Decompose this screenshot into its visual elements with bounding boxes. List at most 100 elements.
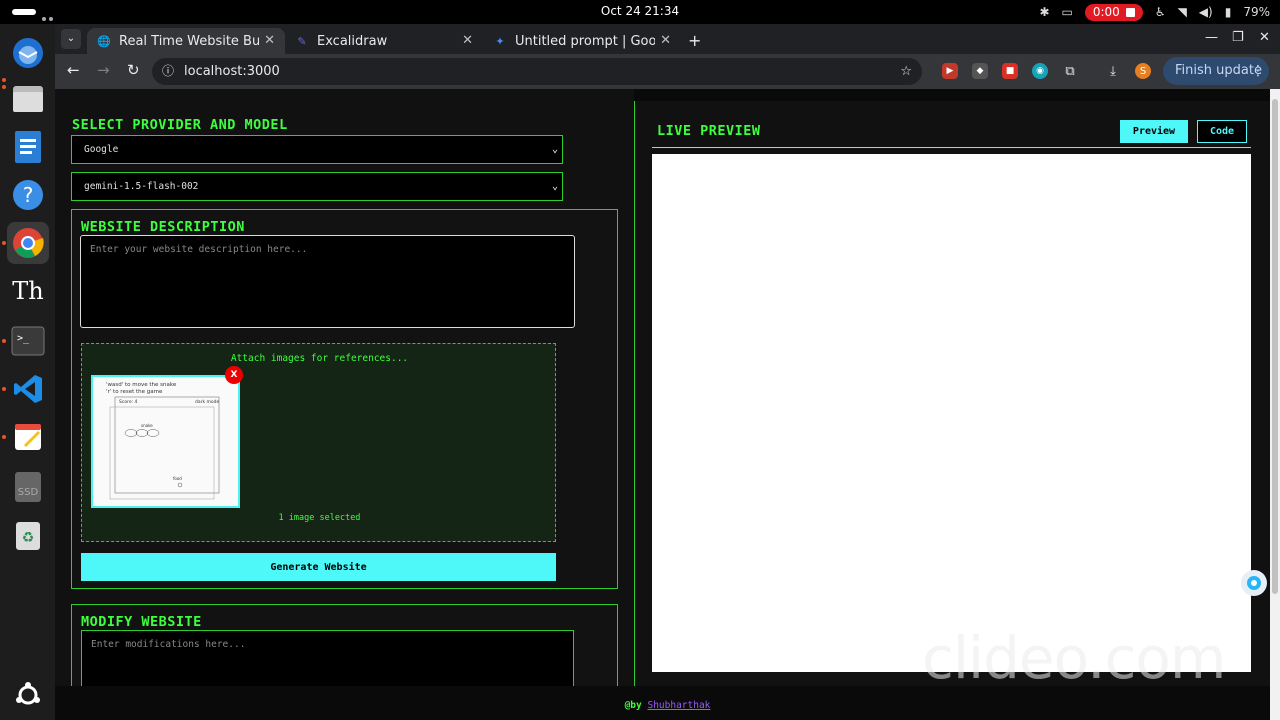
extension-ai-icon[interactable]: ◉ — [1032, 63, 1048, 79]
stop-recording-icon — [1125, 7, 1135, 17]
volume-icon[interactable]: ◀) — [1199, 5, 1213, 19]
system-tray: ✱ ▭ 0:00 ♿ ◥ ◀) ▮ 79% — [1039, 3, 1270, 21]
close-tab-icon[interactable]: ✕ — [264, 33, 275, 48]
preview-tab-button[interactable]: Preview — [1120, 120, 1188, 143]
close-window-icon[interactable]: ✕ — [1259, 30, 1270, 45]
ubuntu-dock: ? Th >_ SSD ♻ — [0, 24, 55, 720]
trash-icon[interactable]: ♻ — [7, 514, 49, 556]
author-link[interactable]: Shubharthak — [647, 700, 710, 711]
page-scrollbar[interactable] — [1270, 89, 1280, 720]
ubuntu-icon[interactable] — [7, 674, 49, 716]
writer-icon[interactable] — [7, 126, 49, 168]
tab-real-time-website[interactable]: 🌐 Real Time Website Build ✕ — [87, 28, 285, 54]
website-description-card: WEBSITE DESCRIPTION Attach images for re… — [71, 209, 618, 589]
extension-record-icon[interactable]: ▶ — [942, 63, 958, 79]
chrome-window: ⌄ 🌐 Real Time Website Build ✕ ✎ Excalidr… — [55, 24, 1280, 720]
tab-search-button[interactable]: ⌄ — [61, 29, 81, 49]
battery-percent: 79% — [1243, 5, 1270, 19]
site-info-icon[interactable]: ⓘ — [162, 58, 174, 85]
ssd-icon[interactable]: SSD — [7, 466, 49, 508]
sketch-food-label: food — [173, 476, 182, 481]
extension-stop-icon[interactable]: ■ — [1002, 63, 1018, 79]
description-textarea[interactable] — [80, 235, 575, 328]
modify-title: MODIFY WEBSITE — [81, 614, 202, 630]
profile-avatar[interactable]: S — [1135, 63, 1151, 79]
svg-text:?: ? — [23, 183, 34, 207]
live-preview-title: LIVE PREVIEW — [657, 123, 761, 139]
back-icon[interactable]: ← — [67, 61, 80, 79]
forward-icon[interactable]: → — [97, 61, 110, 79]
tab-title: Real Time Website Build — [119, 33, 259, 49]
description-title: WEBSITE DESCRIPTION — [81, 219, 245, 235]
provider-section-title: SELECT PROVIDER AND MODEL — [72, 117, 288, 133]
floating-assistant-button[interactable] — [1241, 570, 1267, 596]
tab-title: Untitled prompt | Googl — [515, 33, 655, 49]
sketch-line1: 'wasd' to move the snake — [106, 382, 177, 388]
address-bar[interactable]: ⓘ localhost:3000 ☆ — [152, 58, 922, 85]
tab-strip: ⌄ 🌐 Real Time Website Build ✕ ✎ Excalidr… — [55, 24, 1280, 54]
typora-icon[interactable]: Th — [7, 270, 49, 312]
downloads-icon[interactable]: ⤓ — [1105, 63, 1121, 79]
sketch-snake-label: snake — [141, 423, 153, 428]
battery-icon[interactable]: ▮ — [1225, 5, 1232, 19]
sketch-score: Score: 4 — [119, 399, 138, 405]
vscode-icon[interactable] — [2, 368, 49, 410]
tab-title: Excalidraw — [317, 33, 388, 49]
accessibility-icon[interactable]: ♿ — [1155, 5, 1166, 19]
extension-shield-icon[interactable]: ◆ — [972, 63, 988, 79]
ai-studio-icon: ✦ — [495, 34, 505, 48]
footer-prefix: @by — [624, 700, 642, 711]
excalidraw-icon: ✎ — [297, 34, 307, 48]
text-editor-icon[interactable] — [2, 416, 49, 458]
live-preview-panel: LIVE PREVIEW Preview Code — [634, 101, 1280, 686]
images-selected-count: 1 image selected — [278, 513, 361, 523]
code-tab-button[interactable]: Code — [1197, 120, 1247, 143]
clideo-watermark: clideo.com — [922, 624, 1226, 692]
svg-text:SSD: SSD — [18, 487, 39, 498]
sketch-line2: 'r' to reset the game — [106, 389, 163, 395]
system-top-bar: Oct 24 21:34 ✱ ▭ 0:00 ♿ ◥ ◀) ▮ 79% — [0, 0, 1280, 24]
screen-icon[interactable]: ▭ — [1062, 5, 1073, 19]
close-tab-icon[interactable]: ✕ — [660, 33, 671, 48]
recording-time: 0:00 — [1092, 5, 1120, 19]
screen-recording-indicator[interactable]: 0:00 — [1084, 3, 1143, 21]
reference-image-thumbnail[interactable]: 'wasd' to move the snake 'r' to reset th… — [91, 375, 240, 508]
tab-untitled-prompt[interactable]: ✦ Untitled prompt | Googl ✕ — [483, 28, 681, 54]
preview-divider — [652, 147, 1251, 148]
chevron-down-icon: ⌄ — [551, 144, 558, 155]
svg-text:>_: >_ — [17, 333, 30, 344]
files-icon[interactable] — [2, 78, 49, 120]
remove-image-button[interactable]: X — [225, 366, 243, 384]
model-select[interactable]: gemini-1.5-flash-002 ⌄ — [71, 172, 563, 201]
finish-update-label: Finish update — [1175, 63, 1262, 78]
terminal-icon[interactable]: >_ — [2, 320, 49, 362]
input-panel: SELECT PROVIDER AND MODEL Google ⌄ gemin… — [55, 89, 634, 720]
minimize-icon[interactable]: — — [1205, 30, 1218, 45]
image-dropzone[interactable]: Attach images for references... 'wasd' t… — [81, 343, 556, 542]
restore-icon[interactable]: ❐ — [1232, 30, 1244, 45]
thunderbird-icon[interactable] — [7, 32, 49, 74]
close-tab-icon[interactable]: ✕ — [462, 33, 473, 48]
new-tab-button[interactable]: + — [688, 31, 701, 50]
generate-website-button[interactable]: Generate Website — [81, 553, 556, 581]
tab-excalidraw[interactable]: ✎ Excalidraw ✕ — [285, 28, 483, 54]
finish-update-button[interactable]: Finish update ⋮ — [1163, 57, 1269, 85]
more-menu-icon[interactable]: ⋮ — [1251, 57, 1265, 85]
url-text: localhost:3000 — [184, 64, 280, 79]
wifi-icon[interactable]: ◥ — [1178, 5, 1187, 19]
attach-images-label: Attach images for references... — [230, 353, 409, 364]
reload-icon[interactable]: ↻ — [127, 61, 140, 79]
bluetooth-icon[interactable]: ✱ — [1039, 5, 1049, 19]
page-viewport: SELECT PROVIDER AND MODEL Google ⌄ gemin… — [55, 89, 1280, 720]
extensions-puzzle-icon[interactable]: ⧉ — [1062, 63, 1078, 79]
browser-toolbar: ← → ↻ ⓘ localhost:3000 ☆ ▶ ◆ ■ ◉ ⧉ ⤓ S F… — [55, 54, 1280, 89]
help-icon[interactable]: ? — [7, 174, 49, 216]
sketch-image: 'wasd' to move the snake 'r' to reset th… — [106, 382, 219, 500]
provider-select[interactable]: Google ⌄ — [71, 135, 563, 164]
chevron-down-icon: ⌄ — [551, 181, 558, 192]
svg-text:♻: ♻ — [22, 530, 35, 546]
preview-iframe[interactable] — [652, 154, 1251, 672]
bookmark-star-icon[interactable]: ☆ — [900, 58, 912, 85]
provider-value: Google — [84, 144, 119, 155]
chrome-icon[interactable] — [2, 222, 49, 264]
